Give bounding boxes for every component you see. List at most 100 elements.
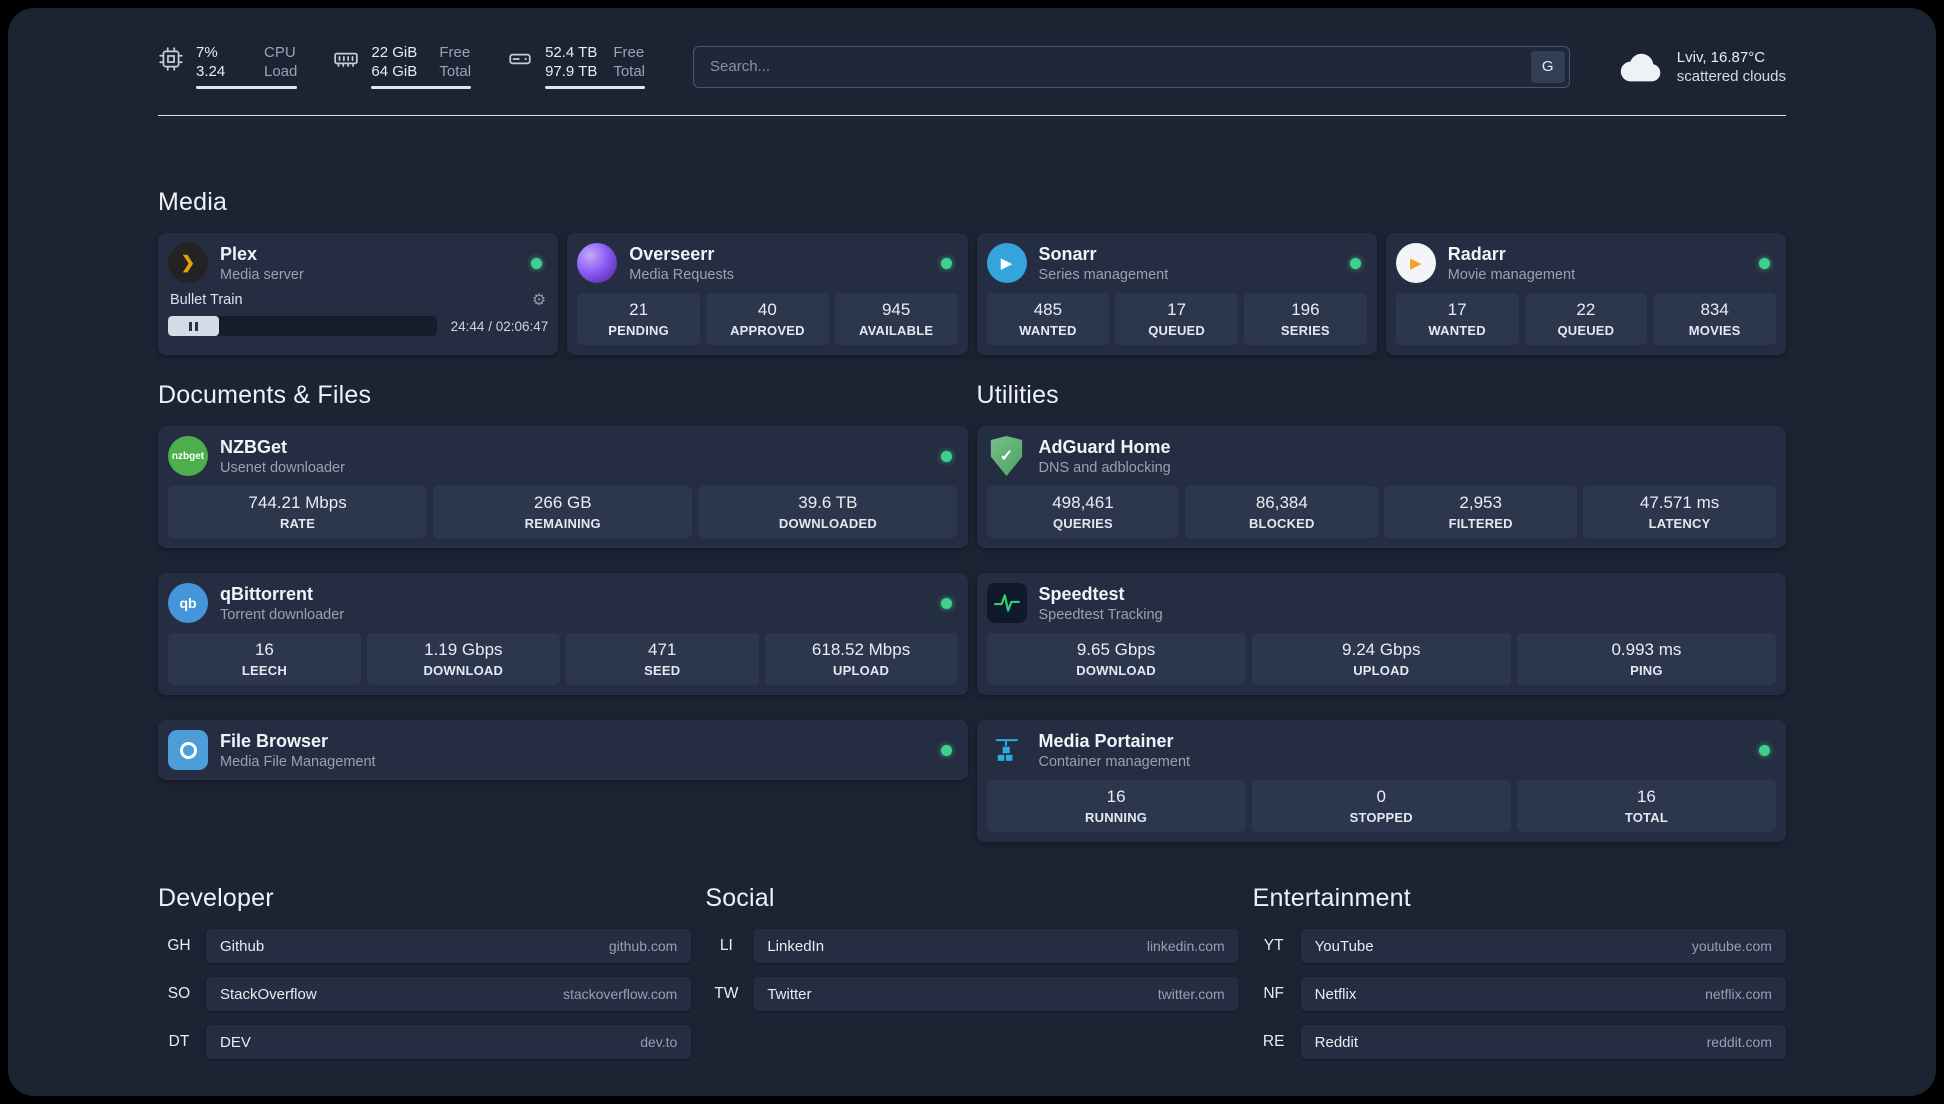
- section-title-media: Media: [158, 188, 228, 216]
- bookmark-abbr: SO: [167, 985, 191, 1002]
- bookmark-name: StackOverflow: [220, 985, 317, 1003]
- qbittorrent-icon-text: qb: [179, 595, 197, 611]
- weather-location: Lviv, 16.87°C: [1676, 48, 1766, 66]
- section-media: Media ❯ Plex Media server Bullet Train ⚙…: [158, 188, 1786, 355]
- service-card-portainer[interactable]: Media Portainer Container management 16 …: [976, 720, 1786, 842]
- bookmark-abbr: YT: [1263, 937, 1284, 954]
- bookmark-name: Twitter: [767, 985, 812, 1003]
- service-card-filebrowser[interactable]: File Browser Media File Management: [158, 720, 968, 780]
- bookmark-abbr: TW: [714, 985, 739, 1002]
- bookmark-item-twitter[interactable]: TW Twitter twitter.com: [705, 977, 1239, 1011]
- stat-box: 16 LEECH: [168, 633, 361, 685]
- service-card-sonarr[interactable]: ▶ Sonarr Series management 485 WANTED 17…: [976, 233, 1377, 355]
- cpu-usage-value: 7%: [196, 44, 218, 61]
- stat-label: PING: [1630, 663, 1663, 678]
- stat-value: 16: [254, 640, 274, 659]
- card-header: nzbget NZBGet Usenet downloader: [168, 436, 958, 476]
- stat-box: 196 SERIES: [1244, 293, 1367, 345]
- stat-box: 9.24 Gbps UPLOAD: [1251, 633, 1511, 685]
- stat-label: QUEUED: [1557, 323, 1615, 338]
- search-provider-button[interactable]: G: [1530, 50, 1565, 83]
- stat-box: 0.993 ms PING: [1516, 633, 1776, 685]
- sonarr-icon: ▶: [986, 243, 1027, 283]
- stat-label: LEECH: [241, 663, 287, 678]
- stat-value: 0.993 ms: [1611, 640, 1682, 659]
- bookmark-group-title: Entertainment: [1252, 884, 1411, 912]
- bookmark-item-youtube[interactable]: YT YouTube youtube.com: [1253, 929, 1786, 963]
- bookmark-name: Github: [220, 937, 265, 955]
- service-card-nzbget[interactable]: nzbget NZBGet Usenet downloader 744.21 M…: [158, 426, 968, 548]
- service-meta: NZBGet Usenet downloader: [220, 437, 345, 476]
- memory-total-label: Total: [439, 63, 472, 80]
- stat-label: WANTED: [1019, 323, 1077, 338]
- bookmark-item-stackoverflow[interactable]: SO StackOverflow stackoverflow.com: [158, 977, 692, 1011]
- stat-label: LATENCY: [1648, 516, 1711, 531]
- bookmark-name: Reddit: [1314, 1033, 1359, 1051]
- stat-label: UPLOAD: [1353, 663, 1410, 678]
- nzbget-icon-text: nzbget: [171, 450, 205, 462]
- stat-box: 2,953 FILTERED: [1384, 486, 1578, 538]
- bookmark-url: reddit.com: [1706, 1034, 1772, 1050]
- stat-box: 485 WANTED: [986, 293, 1110, 345]
- overseerr-icon: [577, 243, 618, 283]
- plex-icon: ❯: [168, 243, 208, 283]
- playback-progress-bar[interactable]: [168, 316, 437, 336]
- bookmark-url: github.com: [608, 938, 678, 954]
- stat-label: AVAILABLE: [858, 323, 934, 338]
- bookmark-url: stackoverflow.com: [562, 986, 678, 1002]
- stat-value: 39.6 TB: [798, 493, 858, 512]
- bookmark-item-netflix[interactable]: NF Netflix netflix.com: [1253, 977, 1786, 1011]
- bookmark-item-reddit[interactable]: RE Reddit reddit.com: [1253, 1025, 1786, 1059]
- section-title-utilities: Utilities: [976, 381, 1059, 409]
- stat-box: 266 GB REMAINING: [433, 486, 693, 538]
- bookmark-item-linkedin[interactable]: LI LinkedIn linkedin.com: [705, 929, 1239, 963]
- stat-box: 16 RUNNING: [986, 780, 1246, 832]
- service-meta: AdGuard Home DNS and adblocking: [1039, 437, 1171, 476]
- stat-value: 834: [1700, 300, 1729, 319]
- stat-value: 0: [1376, 787, 1386, 806]
- stat-label: SEED: [644, 663, 681, 678]
- card-header: File Browser Media File Management: [168, 730, 958, 770]
- service-card-plex[interactable]: ❯ Plex Media server Bullet Train ⚙ 24:44…: [158, 233, 559, 355]
- stats-row: 17 WANTED 22 QUEUED 834 MOVIES: [1395, 293, 1776, 345]
- service-card-speedtest[interactable]: Speedtest Speedtest Tracking 9.65 Gbps D…: [976, 573, 1786, 695]
- service-meta: qBittorrent Torrent downloader: [220, 584, 344, 623]
- gear-icon[interactable]: ⚙: [532, 290, 546, 310]
- bookmark-group-social: Social LI LinkedIn linkedin.com TW Twitt…: [705, 884, 1239, 1059]
- service-meta: Sonarr Series management: [1039, 244, 1169, 283]
- status-dot: [940, 257, 952, 269]
- bookmark-item-github[interactable]: GH Github github.com: [158, 929, 692, 963]
- section-documents: Documents & Files nzbget NZBGet Usenet d…: [158, 381, 968, 780]
- stat-box: 86,384 BLOCKED: [1185, 486, 1379, 538]
- stat-label: WANTED: [1428, 323, 1486, 338]
- stats-row: 21 PENDING 40 APPROVED 945 AVAILABLE: [577, 293, 958, 345]
- bookmark-group-title: Developer: [158, 884, 274, 912]
- card-header: ✓ AdGuard Home DNS and adblocking: [987, 436, 1777, 476]
- weather-widget: Lviv, 16.87°C scattered clouds: [1618, 48, 1786, 86]
- service-card-adguard[interactable]: ✓ AdGuard Home DNS and adblocking 498,46…: [976, 426, 1786, 548]
- stat-label: SERIES: [1280, 323, 1330, 338]
- stats-row: 16 LEECH 1.19 Gbps DOWNLOAD 471 SEED 618…: [168, 633, 958, 685]
- search-input[interactable]: [693, 45, 1570, 88]
- stat-value: 17: [1167, 300, 1187, 319]
- weather-condition: scattered clouds: [1676, 67, 1786, 85]
- portainer-icon: [987, 730, 1027, 770]
- stat-label: PENDING: [608, 323, 669, 338]
- cloud-icon: [1618, 51, 1664, 83]
- bookmark-name: LinkedIn: [767, 937, 825, 955]
- stat-box: 471 SEED: [565, 633, 759, 685]
- memory-total-value: 64 GiB: [371, 63, 418, 80]
- service-card-qbittorrent[interactable]: qb qBittorrent Torrent downloader 16 LEE…: [158, 573, 968, 695]
- service-card-radarr[interactable]: ▶ Radarr Movie management 17 WANTED 22 Q…: [1385, 233, 1786, 355]
- check-glyph: ✓: [999, 448, 1014, 465]
- status-dot: [940, 744, 952, 756]
- disk-free-label: Free: [613, 44, 645, 61]
- stat-value: 22: [1576, 300, 1596, 319]
- stat-box: 744.21 Mbps RATE: [168, 486, 428, 538]
- pause-icon[interactable]: [189, 321, 199, 331]
- service-description: Media server: [220, 266, 304, 283]
- shield-icon: ✓: [990, 436, 1023, 476]
- bookmark-item-dev[interactable]: DT DEV dev.to: [158, 1025, 692, 1059]
- service-card-overseerr[interactable]: Overseerr Media Requests 21 PENDING 40 A…: [567, 233, 968, 355]
- service-meta: Plex Media server: [220, 244, 304, 283]
